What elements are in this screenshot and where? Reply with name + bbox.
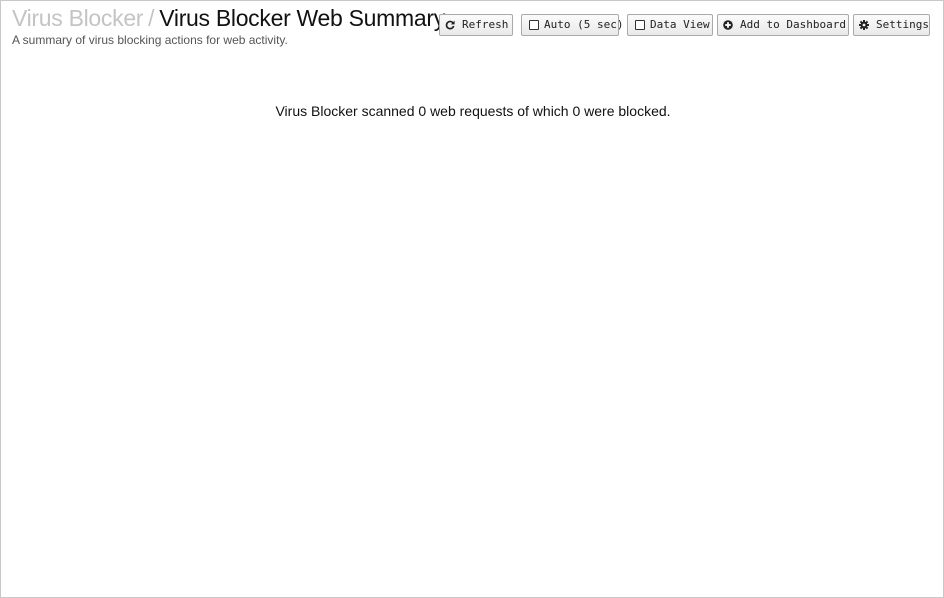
summary-text: Virus Blocker scanned 0 web requests of … <box>275 103 671 119</box>
breadcrumb-current: Virus Blocker Web Summary <box>159 5 445 31</box>
checkbox-icon <box>635 20 645 30</box>
gear-icon <box>859 20 869 30</box>
plus-circle-icon <box>723 20 733 30</box>
add-to-dashboard-label: Add to Dashboard <box>740 18 846 31</box>
auto-refresh-label: Auto (5 sec) <box>544 18 624 31</box>
data-view-toggle[interactable]: Data View <box>627 14 713 36</box>
refresh-icon <box>445 20 455 30</box>
breadcrumb-separator: / <box>148 5 155 31</box>
refresh-button[interactable]: Refresh <box>439 14 513 36</box>
page-subtitle: A summary of virus blocking actions for … <box>12 33 288 47</box>
checkbox-icon <box>529 20 539 30</box>
page-title: Virus Blocker / Virus Blocker Web Summary <box>12 4 445 32</box>
data-view-label: Data View <box>650 18 710 31</box>
breadcrumb-parent[interactable]: Virus Blocker <box>12 5 143 31</box>
auto-refresh-toggle[interactable]: Auto (5 sec) <box>521 14 623 36</box>
report-panel: Virus Blocker / Virus Blocker Web Summary … <box>0 0 944 598</box>
refresh-label: Refresh <box>462 18 509 31</box>
settings-label: Settings <box>876 18 929 31</box>
add-to-dashboard-button[interactable]: Add to Dashboard <box>717 14 849 36</box>
settings-button[interactable]: Settings <box>853 14 930 36</box>
